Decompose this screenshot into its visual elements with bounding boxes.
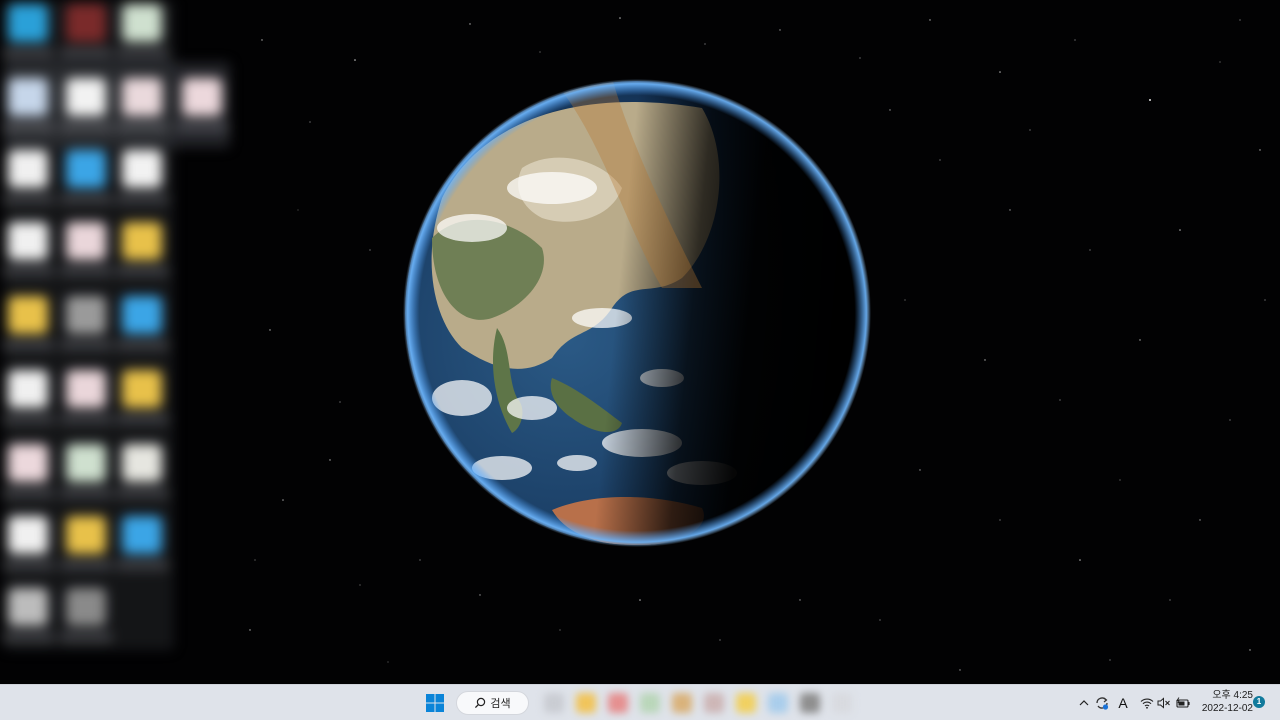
taskbar-app[interactable]	[640, 693, 660, 713]
desktop-icon[interactable]	[116, 150, 168, 204]
ime-button[interactable]: A	[1115, 693, 1131, 713]
desktop-icon[interactable]	[176, 78, 228, 132]
sync-icon	[1096, 697, 1109, 710]
desktop-icon[interactable]	[2, 222, 54, 276]
desktop-icon[interactable]	[60, 370, 112, 424]
desktop-icons-blurred	[0, 0, 232, 650]
desktop-icon[interactable]	[2, 78, 54, 132]
taskbar-app[interactable]	[800, 693, 820, 713]
desktop-icon[interactable]	[116, 296, 168, 350]
start-button[interactable]	[423, 691, 447, 715]
desktop-icon[interactable]	[60, 516, 112, 570]
desktop-icon[interactable]	[2, 150, 54, 204]
battery-button[interactable]	[1175, 693, 1191, 713]
desktop-icon[interactable]	[116, 222, 168, 276]
taskbar-app[interactable]	[736, 693, 756, 713]
taskbar-app[interactable]	[704, 693, 724, 713]
desktop-icon[interactable]	[2, 370, 54, 424]
battery-charging-icon	[1176, 697, 1190, 708]
chevron-up-icon	[1079, 700, 1089, 706]
desktop-icon[interactable]	[60, 222, 112, 276]
network-button[interactable]	[1139, 693, 1155, 713]
desktop-icon[interactable]	[2, 296, 54, 350]
desktop-icon[interactable]	[2, 444, 54, 498]
show-hidden-icons-button[interactable]	[1076, 693, 1092, 713]
desktop-icon[interactable]	[116, 444, 168, 498]
desktop[interactable]	[0, 0, 1280, 684]
taskbar-app[interactable]	[768, 693, 788, 713]
desktop-icon[interactable]	[60, 444, 112, 498]
sync-tray-button[interactable]	[1094, 693, 1110, 713]
search-label: 검색	[490, 698, 511, 710]
clock-date: 2022-12-02	[1201, 703, 1253, 714]
taskbar-app[interactable]	[576, 693, 596, 713]
taskbar-app[interactable]	[672, 693, 692, 713]
taskbar-pinned-apps-blurred	[538, 689, 864, 717]
desktop-icon[interactable]	[2, 588, 54, 642]
taskbar-app[interactable]	[832, 693, 852, 713]
taskbar-app[interactable]	[608, 693, 628, 713]
desktop-icon[interactable]	[60, 78, 112, 132]
notification-badge[interactable]: 1	[1253, 696, 1265, 708]
desktop-icon[interactable]	[60, 588, 112, 642]
windows-logo-icon	[426, 694, 444, 712]
ime-indicator: A	[1118, 695, 1128, 711]
taskbar-app[interactable]	[544, 693, 564, 713]
taskbar: 검색 A 오후 4:25 2022-12-02	[0, 684, 1280, 720]
earth-wallpaper-image	[402, 78, 872, 548]
desktop-icon[interactable]	[60, 296, 112, 350]
taskbar-clock[interactable]: 오후 4:25 2022-12-02	[1195, 689, 1253, 717]
wifi-icon	[1140, 698, 1154, 709]
volume-button[interactable]	[1156, 693, 1172, 713]
search-icon	[475, 697, 486, 709]
desktop-icon[interactable]	[60, 4, 112, 58]
desktop-icon[interactable]	[60, 150, 112, 204]
clock-time: 오후 4:25	[1212, 690, 1253, 701]
taskbar-search-box[interactable]: 검색	[456, 691, 529, 715]
volume-muted-icon	[1157, 697, 1170, 709]
desktop-icon[interactable]	[116, 4, 168, 58]
desktop-icon[interactable]	[116, 78, 168, 132]
desktop-icon[interactable]	[116, 370, 168, 424]
desktop-icon[interactable]	[116, 516, 168, 570]
desktop-icon[interactable]	[2, 4, 54, 58]
desktop-icon[interactable]	[2, 516, 54, 570]
